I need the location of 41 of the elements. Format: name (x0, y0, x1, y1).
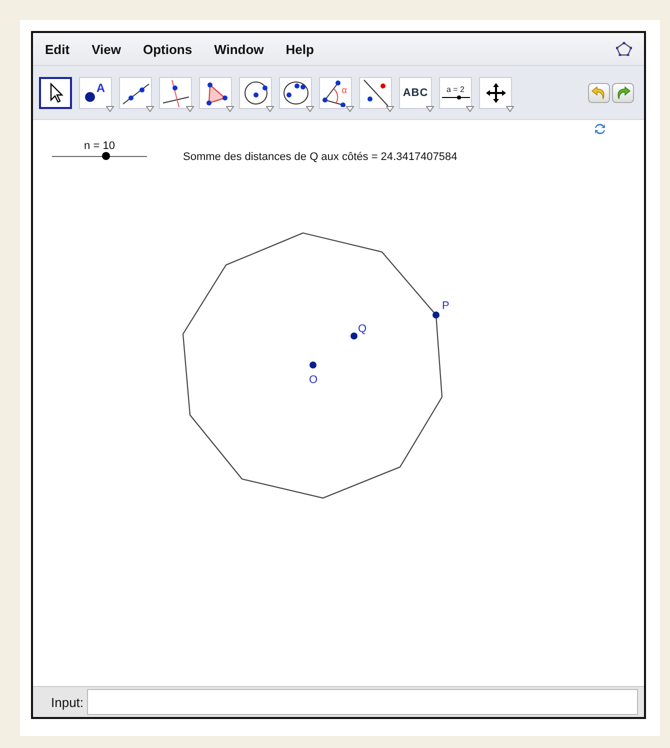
point-label: Q (358, 323, 367, 335)
input-field[interactable] (86, 689, 638, 715)
menu-item[interactable]: Help (286, 42, 314, 56)
ellipse-icon (282, 80, 308, 106)
pentagon-icon[interactable] (616, 42, 632, 56)
dropdown-triangle-icon[interactable] (306, 106, 314, 112)
menu-item[interactable]: Options (142, 42, 192, 56)
dropdown-triangle-icon[interactable] (466, 106, 474, 112)
slider-icon (442, 95, 470, 100)
tool-button[interactable] (39, 76, 72, 108)
point-label: P (442, 300, 450, 312)
undo-button[interactable] (588, 82, 610, 102)
input-label: Input: (51, 694, 84, 710)
dropdown-triangle-icon[interactable] (426, 106, 434, 112)
point[interactable] (350, 332, 358, 340)
dropdown-triangle-icon[interactable] (506, 106, 514, 112)
dropdown-triangle-icon[interactable] (226, 106, 234, 112)
slider-thumb[interactable] (102, 152, 110, 160)
menu-item[interactable]: Edit (45, 42, 70, 56)
menu-item[interactable]: View (92, 42, 121, 56)
redo-icon (615, 86, 631, 100)
dropdown-triangle-icon[interactable] (146, 106, 154, 112)
point-icon (85, 92, 95, 102)
refresh-icon[interactable] (593, 122, 607, 136)
perpendicular-lines-icon (162, 78, 190, 106)
point[interactable] (432, 312, 440, 318)
caption-text: Somme des distances de Q aux côtés = 24.3417407584 (183, 151, 458, 163)
reflect-icon (362, 78, 390, 106)
point-label: O (309, 374, 318, 386)
point[interactable] (310, 362, 316, 368)
dropdown-triangle-icon[interactable] (266, 106, 274, 112)
menu-item[interactable]: Window (214, 42, 264, 56)
move-arrows-icon (484, 82, 506, 104)
dropdown-triangle-icon[interactable] (186, 106, 194, 112)
slider-label: n = 10 (84, 140, 115, 152)
circle-icon (242, 80, 268, 106)
undo-icon (591, 86, 607, 100)
dropdown-triangle-icon[interactable] (386, 106, 394, 112)
redo-button[interactable] (612, 82, 634, 102)
dropdown-triangle-icon[interactable] (106, 106, 114, 112)
dropdown-triangle-icon[interactable] (346, 106, 354, 112)
